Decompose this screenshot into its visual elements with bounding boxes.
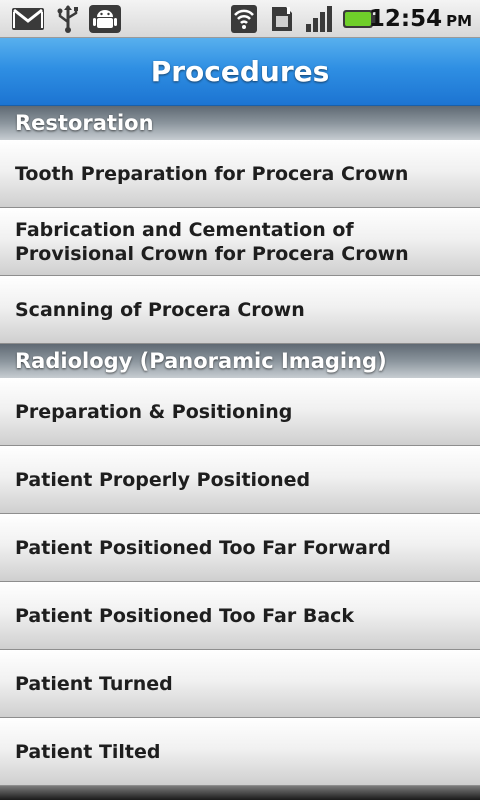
list-item-label: Patient Positioned Too Far Forward [15,536,391,559]
signal-icon [306,6,332,32]
list-item[interactable]: Patient Properly Positioned [0,446,480,514]
status-clock: 12:54 PM [369,5,472,33]
list-item-label: Scanning of Procera Crown [15,298,305,321]
list-item-label: Tooth Preparation for Procera Crown [15,162,409,185]
bottom-edge [0,786,480,800]
list-item-label: Patient Tilted [15,740,161,763]
procedures-list[interactable]: Restoration Tooth Preparation for Procer… [0,106,480,786]
list-item[interactable]: Fabrication and Cementation of Provision… [0,208,480,276]
list-item-label: Fabrication and Cementation of Provision… [15,218,409,265]
list-item[interactable]: Patient Positioned Too Far Forward [0,514,480,582]
list-item[interactable]: Patient Tilted [0,718,480,786]
list-item-label: Patient Turned [15,672,173,695]
list-item[interactable]: Patient Turned [0,650,480,718]
usb-icon [57,5,78,33]
list-item-label: Patient Positioned Too Far Back [15,604,355,627]
page-title: Procedures [150,55,330,88]
list-item[interactable]: Scanning of Procera Crown [0,276,480,344]
title-bar: Procedures [0,38,480,106]
clock-ampm: PM [446,12,472,30]
list-item[interactable]: Patient Positioned Too Far Back [0,582,480,650]
android-debug-icon [89,5,121,33]
clock-time: 12:54 [368,6,443,32]
section-header-restoration: Restoration [0,106,480,140]
section-header-radiology: Radiology (Panoramic Imaging) [0,344,480,378]
wifi-icon [231,5,257,33]
status-bar: 12:54 PM [0,0,480,38]
list-item-label: Preparation & Positioning [15,400,293,423]
sim-icon [272,7,292,31]
list-item[interactable]: Preparation & Positioning [0,378,480,446]
list-item-label: Patient Properly Positioned [15,468,311,491]
list-item[interactable]: Tooth Preparation for Procera Crown [0,140,480,208]
gmail-icon [12,8,44,30]
